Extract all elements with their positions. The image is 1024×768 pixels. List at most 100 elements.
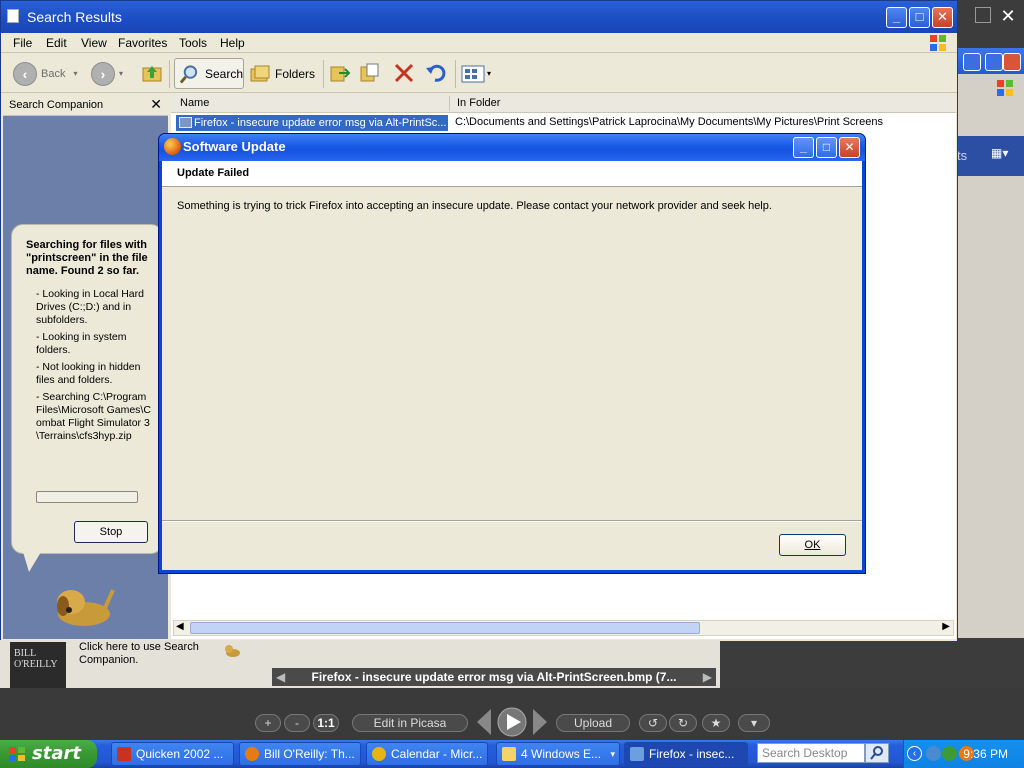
dialog-maximize-button[interactable]: □ (816, 137, 837, 158)
taskbar-item-windows-explorer[interactable]: 4 Windows E... ▾ (496, 742, 620, 766)
search-status-bubble: Searching for files with "printscreen" i… (11, 224, 163, 554)
search-companion-pane: Search Companion ✕ Searching for files w… (3, 94, 168, 639)
column-name[interactable]: Name (180, 97, 209, 109)
zoom-in-button[interactable]: + (255, 714, 281, 732)
task-label: Firefox - insec... (649, 747, 735, 761)
search-dog-icon[interactable] (49, 572, 119, 632)
move-to-icon[interactable] (329, 62, 351, 84)
caption-right-icon[interactable]: ▶ (703, 668, 712, 686)
dialog-close-button[interactable]: ✕ (839, 137, 860, 158)
bitmap-file-icon (179, 117, 192, 128)
task-label: Bill O'Reilly: Th... (264, 747, 355, 761)
taskbar-item-calendar[interactable]: Calendar - Micr... (366, 742, 488, 766)
forward-button[interactable]: › ▾ (91, 58, 123, 89)
menu-view[interactable]: View (81, 36, 107, 50)
menu-favorites[interactable]: Favorites (118, 36, 167, 50)
copy-to-icon[interactable] (359, 62, 381, 84)
background-band: ts ▦▾ (955, 136, 1024, 176)
search-status-item: - Looking in system folders. (36, 331, 127, 356)
quicken-icon (117, 747, 131, 761)
windows-logo-icon (997, 80, 1013, 96)
search-button[interactable]: Search (174, 58, 244, 89)
caption-left-icon[interactable]: ◀ (276, 668, 285, 686)
toolbar-separator (455, 60, 456, 88)
task-label: Calendar - Micr... (391, 747, 483, 761)
taskbar: start Quicken 2002 ... Bill O'Reilly: Th… (0, 740, 1024, 768)
background-window-titlebar (955, 48, 1024, 74)
play-icon[interactable] (475, 705, 549, 739)
band-text: ts (957, 148, 968, 163)
search-status-item: - Searching C:\Program Files\Microsoft G… (36, 391, 151, 442)
search-companion-link[interactable]: Click here to use Search Companion. (79, 641, 219, 667)
toolbar-separator (323, 60, 324, 88)
folders-button[interactable]: Folders (249, 58, 315, 89)
rotate-left-icon[interactable]: ↺ (639, 714, 667, 732)
dialog-minimize-button[interactable]: _ (793, 137, 814, 158)
scroll-right-icon[interactable]: ▶ (942, 621, 950, 632)
up-folder-icon[interactable] (141, 62, 163, 84)
software-update-dialog: Software Update _ □ ✕ Update Failed Some… (159, 134, 865, 573)
table-row[interactable]: Firefox - insecure update error msg via … (176, 115, 448, 131)
task-label: Quicken 2002 ... (136, 747, 224, 761)
taskbar-item-firefox-image[interactable]: Firefox - insec... (624, 742, 748, 766)
rotate-right-icon[interactable]: ↻ (669, 714, 697, 732)
search-desktop-input[interactable]: Search Desktop (757, 743, 865, 763)
maximize-button[interactable]: □ (909, 7, 930, 28)
ok-button[interactable]: OK (779, 534, 846, 556)
bg-restore-icon[interactable] (963, 53, 981, 71)
explorer-titlebar[interactable]: Search Results _ □ ✕ (1, 1, 957, 33)
caption-text: Firefox - insecure update error msg via … (311, 670, 677, 684)
undo-icon[interactable] (425, 62, 447, 84)
menu-help[interactable]: Help (220, 36, 245, 50)
chevron-down-icon[interactable]: ▾ (738, 714, 770, 732)
close-icon[interactable]: ✕ (150, 96, 162, 113)
horizontal-scrollbar[interactable]: ◀ ▶ (173, 620, 954, 636)
file-folder: C:\Documents and Settings\Patrick Laproc… (455, 116, 883, 128)
menu-file[interactable]: File (13, 36, 32, 50)
globe-icon[interactable] (942, 746, 957, 761)
taskbar-item-quicken[interactable]: Quicken 2002 ... (111, 742, 234, 766)
scrollbar-thumb[interactable] (190, 622, 700, 634)
back-button[interactable]: ‹ Back ▾ (13, 58, 77, 89)
start-button[interactable]: start (0, 740, 97, 768)
image-caption: ◀ Firefox - insecure update error msg vi… (272, 668, 716, 686)
background-maximize-icon[interactable] (975, 7, 991, 23)
book-thumbnail[interactable]: BILL O'REILLY (10, 642, 66, 690)
bg-close-icon[interactable] (1003, 53, 1021, 71)
column-separator[interactable] (449, 96, 450, 111)
chevron-left-icon[interactable]: ‹ (907, 746, 922, 761)
dialog-titlebar[interactable]: Software Update _ □ ✕ (159, 134, 865, 161)
scroll-left-icon[interactable]: ◀ (176, 621, 184, 632)
views-icon (461, 65, 485, 82)
upload-button[interactable]: Upload (556, 714, 630, 732)
zoom-out-button[interactable]: - (284, 714, 310, 732)
menu-edit[interactable]: Edit (46, 36, 67, 50)
search-desktop-button[interactable] (865, 743, 889, 763)
search-icon (870, 746, 883, 760)
chevron-down-icon: ▾ (610, 749, 615, 759)
bubble-tail (23, 552, 41, 572)
close-button[interactable]: ✕ (932, 7, 953, 28)
stop-button[interactable]: Stop (74, 521, 148, 543)
column-in-folder[interactable]: In Folder (457, 97, 500, 109)
clock[interactable]: 9:36 PM (963, 747, 1008, 761)
taskbar-item-firefox-oreilly[interactable]: Bill O'Reilly: Th... (239, 742, 361, 766)
edit-in-picasa-button[interactable]: Edit in Picasa (352, 714, 468, 732)
network-icon[interactable] (926, 746, 941, 761)
windows-flag-icon (9, 747, 25, 761)
chevron-down-icon: ▾ (73, 69, 78, 78)
star-icon[interactable]: ★ (702, 714, 730, 732)
image-icon (630, 747, 644, 761)
minimize-button[interactable]: _ (886, 7, 907, 28)
dialog-separator (162, 520, 862, 521)
task-label: 4 Windows E... (521, 747, 602, 761)
views-icon[interactable]: ▦▾ (991, 146, 1008, 160)
delete-icon[interactable] (393, 62, 415, 84)
menu-tools[interactable]: Tools (179, 36, 207, 50)
views-button[interactable]: ▾ (461, 58, 491, 89)
search-progress-bar (36, 491, 138, 503)
dialog-heading: Update Failed (177, 167, 250, 179)
actual-size-button[interactable]: 1:1 (313, 714, 339, 732)
bg-max-icon[interactable] (985, 53, 1003, 71)
background-close-icon[interactable]: ✕ (997, 6, 1019, 26)
